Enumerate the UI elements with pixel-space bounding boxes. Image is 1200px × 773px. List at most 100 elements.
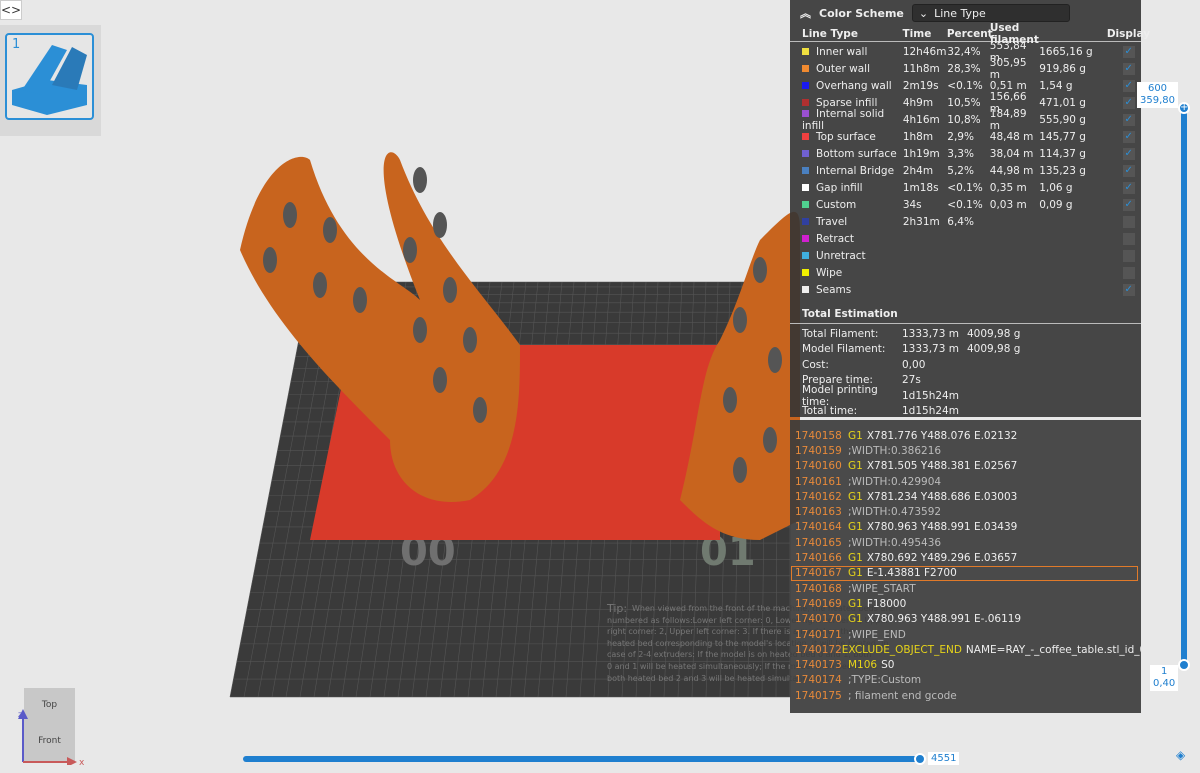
model-hole: [753, 257, 767, 283]
display-checkbox[interactable]: ✓: [1122, 181, 1135, 194]
gcode-line[interactable]: 1740175; filament end gcode: [790, 688, 1141, 703]
legend-panel: ︽ Color Scheme ⌄ Line Type Line Type Time…: [790, 0, 1150, 418]
gcode-line[interactable]: 1740171 ;WIPE_END: [790, 627, 1141, 642]
display-checkbox[interactable]: ✓: [1122, 130, 1135, 143]
legend-row[interactable]: Retract: [790, 230, 1141, 247]
layer-slider-track[interactable]: [1181, 107, 1187, 664]
estimation-row: Model Filament: 1333,73 m 4009,98 g: [802, 343, 1021, 356]
gcode-line[interactable]: 1740167 G1 E-1.43881 F2700: [791, 565, 1138, 581]
color-swatch: [802, 150, 809, 157]
color-swatch: [802, 48, 809, 55]
display-checkbox[interactable]: [1122, 215, 1135, 228]
gcode-line[interactable]: 1740174 ;TYPE:Custom: [790, 673, 1141, 688]
gcode-line[interactable]: 1740173 M106 S0: [790, 657, 1141, 672]
color-swatch: [802, 252, 809, 259]
gcode-line[interactable]: 1740160 G1 X781.505 Y488.381 E.02567: [790, 459, 1141, 474]
color-swatch: [802, 184, 809, 191]
chevron-down-icon: ⌄: [918, 6, 929, 20]
gcode-line[interactable]: 1740162 G1 X781.234 Y488.686 E.03003: [790, 489, 1141, 504]
display-checkbox[interactable]: [1122, 232, 1135, 245]
display-checkbox[interactable]: ✓: [1122, 79, 1135, 92]
total-estimation-title: Total Estimation: [790, 304, 1141, 324]
model-hole: [353, 287, 367, 313]
legend-row[interactable]: Inner wall 12h46m 32,4% 553,84 m 1665,16…: [790, 40, 1141, 64]
gcode-line[interactable]: 1740163 ;WIDTH:0.473592: [790, 504, 1141, 519]
estimation-row: Total Filament: 1333,73 m 4009,98 g: [802, 327, 1021, 340]
display-checkbox[interactable]: ✓: [1122, 198, 1135, 211]
gcode-line[interactable]: 1740166 G1 X780.692 Y489.296 E.03657: [790, 550, 1141, 565]
model-hole: [433, 212, 447, 238]
gcode-line[interactable]: 1740158 G1 X781.776 Y488.076 E.02132: [790, 428, 1141, 443]
model-hole: [413, 317, 427, 343]
chevron-left-right-icon: <>: [1, 3, 22, 17]
color-swatch: [802, 133, 809, 140]
layers-icon[interactable]: ◈: [1176, 748, 1190, 762]
legend-row[interactable]: Custom 34s <0.1% 0,03 m 0,09 g ✓: [790, 196, 1141, 213]
model-hole: [763, 427, 777, 453]
gcode-viewer[interactable]: 1740158 G1 X781.776 Y488.076 E.02132 174015…: [790, 420, 1141, 713]
model-hole: [723, 387, 737, 413]
gcode-line[interactable]: 1740161 ;WIDTH:0.429904: [790, 474, 1141, 489]
color-scheme-select[interactable]: ⌄ Line Type: [911, 4, 1070, 22]
model-hole: [413, 167, 427, 193]
color-swatch: [802, 286, 809, 293]
axis-gizmo: z x: [18, 709, 85, 765]
legend-row[interactable]: Overhang wall 2m19s <0.1% 0,51 m 1,54 g …: [790, 77, 1141, 94]
model-hole: [263, 247, 277, 273]
legend-row[interactable]: Top surface 1h8m 2,9% 48,48 m 145,77 g ✓: [790, 128, 1141, 145]
estimation-row: Cost: 0,00: [802, 358, 926, 371]
gcode-line[interactable]: 1740165 ;WIDTH:0.495436: [790, 535, 1141, 550]
collapse-sidebar-button[interactable]: <>: [0, 0, 22, 20]
legend-row[interactable]: Outer wall 11h8m 28,3% 305,95 m 919,86 g…: [790, 57, 1141, 81]
display-checkbox[interactable]: ✓: [1122, 164, 1135, 177]
plate-thumbnail[interactable]: 1: [5, 33, 94, 120]
color-scheme-label: Color Scheme: [819, 6, 904, 20]
legend-row[interactable]: Gap infill 1m18s <0.1% 0,35 m 1,06 g ✓: [790, 179, 1141, 196]
layer-slider-bottom-handle[interactable]: [1178, 659, 1190, 671]
color-swatch: [802, 235, 809, 242]
gcode-line[interactable]: 1740172 EXCLUDE_OBJECT_END NAME=RAY_-_coff…: [790, 642, 1141, 657]
display-checkbox[interactable]: ✓: [1122, 62, 1135, 75]
model-hole: [433, 367, 447, 393]
legend-row[interactable]: Wipe: [790, 264, 1141, 281]
move-slider-track[interactable]: [243, 756, 920, 762]
display-checkbox[interactable]: [1122, 266, 1135, 279]
display-checkbox[interactable]: ✓: [1122, 283, 1135, 296]
legend-row[interactable]: Bottom surface 1h19m 3,3% 38,04 m 114,37…: [790, 145, 1141, 162]
legend-table-header: Line Type Time Percent Used filament Dis…: [790, 22, 1150, 46]
estimation-row: Total time: 1d15h24m: [802, 405, 959, 418]
layer-slider-top-handle[interactable]: +: [1178, 102, 1190, 114]
color-swatch: [802, 269, 809, 276]
legend-row[interactable]: Seams ✓: [790, 281, 1141, 298]
move-slider-handle[interactable]: [914, 753, 926, 765]
legend-row[interactable]: Internal solid infill 4h16m 10,8% 184,89…: [790, 108, 1141, 132]
legend-row[interactable]: Internal Bridge 2h4m 5,2% 44,98 m 135,23…: [790, 162, 1141, 179]
model-hole: [323, 217, 337, 243]
display-checkbox[interactable]: ✓: [1122, 96, 1135, 109]
model-hole: [768, 347, 782, 373]
model-hole: [313, 272, 327, 298]
display-checkbox[interactable]: ✓: [1122, 147, 1135, 160]
gcode-line[interactable]: 1740169 G1 F18000: [790, 596, 1141, 611]
model-hole: [403, 237, 417, 263]
model-hole: [443, 277, 457, 303]
top-layer-label: 600 359,80: [1137, 82, 1178, 108]
legend-row[interactable]: Travel 2h31m 6,4%: [790, 213, 1141, 230]
gcode-line[interactable]: 1740170 G1 X780.963 Y488.991 E-.06119: [790, 612, 1141, 627]
display-checkbox[interactable]: [1122, 249, 1135, 262]
svg-text:z: z: [18, 710, 22, 719]
plate-number: 1: [12, 37, 21, 52]
display-checkbox[interactable]: ✓: [1122, 113, 1135, 126]
svg-text:Tip:: Tip:: [606, 602, 627, 615]
gcode-line[interactable]: 1740168 ;WIPE_START: [790, 581, 1141, 596]
bottom-layer-label: 1 0,40: [1150, 665, 1179, 691]
svg-text:x: x: [79, 758, 85, 765]
collapse-legend-icon[interactable]: ︽: [800, 5, 811, 21]
model-hole: [473, 397, 487, 423]
color-swatch: [802, 99, 809, 106]
display-checkbox[interactable]: ✓: [1122, 45, 1135, 58]
gcode-line[interactable]: 1740164 G1 X780.963 Y488.991 E.03439: [790, 520, 1141, 535]
gcode-line[interactable]: 1740159 ;WIDTH:0.386216: [790, 443, 1141, 458]
estimation-row: Model printing time: 1d15h24m: [802, 383, 959, 408]
legend-row[interactable]: Unretract: [790, 247, 1141, 264]
